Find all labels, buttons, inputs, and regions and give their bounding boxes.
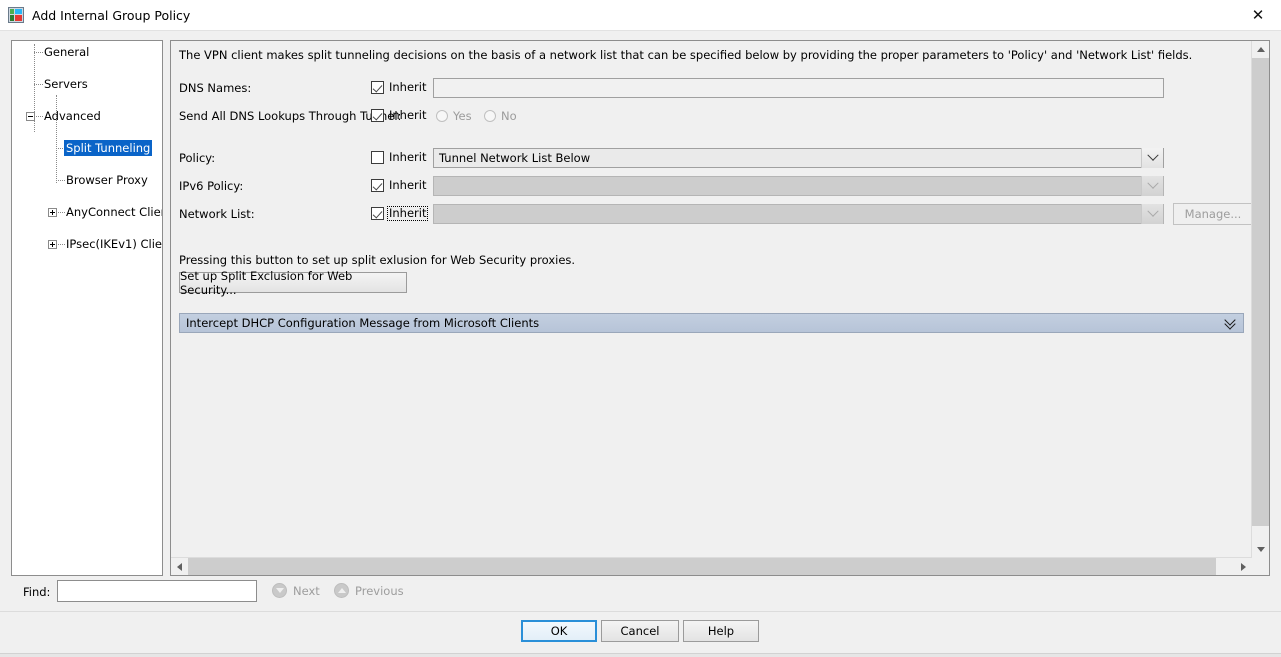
manage-button: Manage... <box>1173 203 1252 225</box>
policy-inherit-label: Inherit <box>389 151 426 164</box>
policy-select[interactable]: Tunnel Network List Below <box>433 148 1164 168</box>
ipv6-policy-inherit-checkbox[interactable] <box>371 179 384 192</box>
ok-button[interactable]: OK <box>521 620 597 642</box>
sidebar-item-label: Browser Proxy <box>66 172 148 188</box>
sidebar-item-general[interactable]: General <box>12 44 162 60</box>
sidebar-item-split-tunneling[interactable]: Split Tunneling <box>12 140 162 156</box>
send-all-dns-no-radio[interactable] <box>484 110 496 122</box>
footer-divider <box>0 611 1281 612</box>
find-input[interactable] <box>57 580 257 602</box>
scroll-down-button[interactable] <box>1252 541 1269 558</box>
sidebar-item-label: Advanced <box>44 108 101 124</box>
row-policy: Policy: Inherit Tunnel Network List Belo… <box>171 148 1252 170</box>
network-list-label: Network List: <box>179 207 255 221</box>
find-previous-label: Previous <box>355 584 404 598</box>
scrollbar-corner <box>1252 558 1269 575</box>
navigation-tree[interactable]: General Servers Advanced Split Tunneling… <box>11 40 163 576</box>
horizontal-scroll-thumb[interactable] <box>188 558 1216 575</box>
sidebar-item-label: IPsec(IKEv1) Client <box>66 236 163 252</box>
dns-names-inherit-label: Inherit <box>389 81 426 94</box>
window-body: General Servers Advanced Split Tunneling… <box>0 30 1281 655</box>
sidebar-item-browser-proxy[interactable]: Browser Proxy <box>12 172 162 188</box>
triangle-up-icon <box>334 583 349 598</box>
find-previous-button: Previous <box>334 583 404 598</box>
vertical-scroll-thumb[interactable] <box>1252 58 1269 526</box>
find-bar: Find: Next Previous <box>0 579 1281 607</box>
send-all-dns-inherit-label: Inherit <box>389 109 426 122</box>
close-icon[interactable]: ✕ <box>1235 0 1281 30</box>
vertical-scrollbar[interactable] <box>1251 41 1269 558</box>
app-icon <box>8 7 24 23</box>
scroll-left-button[interactable] <box>171 558 188 575</box>
find-label: Find: <box>23 585 50 599</box>
window-bottom-edge <box>0 653 1281 657</box>
ipv6-policy-select <box>433 176 1164 196</box>
send-all-dns-yes-radio[interactable] <box>436 110 448 122</box>
find-next-button: Next <box>272 583 320 598</box>
scroll-up-button[interactable] <box>1252 41 1269 58</box>
dns-names-inherit-checkbox[interactable] <box>371 81 384 94</box>
window-title: Add Internal Group Policy <box>32 8 190 23</box>
split-exclusion-description: Pressing this button to set up split exl… <box>179 253 575 267</box>
sidebar-item-ipsec-ikev1-client[interactable]: IPsec(IKEv1) Client <box>12 236 162 252</box>
send-all-dns-inherit-checkbox[interactable] <box>371 109 384 122</box>
dhcp-section-header[interactable]: Intercept DHCP Configuration Message fro… <box>179 313 1244 333</box>
chevron-down-icon <box>1141 204 1163 224</box>
row-dns-names: DNS Names: Inherit <box>171 78 1252 100</box>
dns-names-input[interactable] <box>433 78 1164 98</box>
row-send-all-dns: Send All DNS Lookups Through Tunnel: Inh… <box>171 106 1252 128</box>
network-list-inherit-label: Inherit <box>388 207 427 220</box>
network-list-inherit-checkbox[interactable] <box>371 207 384 220</box>
expand-plus-icon[interactable] <box>48 240 57 249</box>
policy-inherit-checkbox[interactable] <box>371 151 384 164</box>
triangle-down-icon <box>272 583 287 598</box>
find-next-label: Next <box>293 584 320 598</box>
sidebar-item-label: Servers <box>44 76 88 92</box>
window-titlebar: Add Internal Group Policy ✕ <box>0 0 1281 30</box>
sidebar-item-label: General <box>44 44 89 60</box>
chevron-down-icon <box>1141 176 1163 196</box>
sidebar-item-anyconnect-client[interactable]: AnyConnect Client <box>12 204 162 220</box>
collapse-minus-icon[interactable] <box>26 112 35 121</box>
split-tunneling-panel: The VPN client makes split tunneling dec… <box>170 40 1270 576</box>
send-all-dns-label: Send All DNS Lookups Through Tunnel: <box>179 109 401 123</box>
scroll-right-button[interactable] <box>1235 558 1252 575</box>
horizontal-scrollbar[interactable] <box>171 557 1252 575</box>
send-all-dns-yes-label: Yes <box>453 109 472 123</box>
sidebar-item-label: AnyConnect Client <box>66 204 163 220</box>
dns-names-label: DNS Names: <box>179 81 251 95</box>
set-up-split-exclusion-button[interactable]: Set up Split Exclusion for Web Security.… <box>179 272 407 293</box>
dhcp-section-title: Intercept DHCP Configuration Message fro… <box>180 316 539 330</box>
policy-label: Policy: <box>179 151 215 165</box>
help-button[interactable]: Help <box>683 620 759 642</box>
panel-content: The VPN client makes split tunneling dec… <box>171 41 1252 558</box>
policy-select-value: Tunnel Network List Below <box>434 151 590 165</box>
sidebar-item-label: Split Tunneling <box>64 140 152 156</box>
panel-description: The VPN client makes split tunneling dec… <box>179 48 1244 62</box>
network-list-select <box>433 204 1164 224</box>
cancel-button[interactable]: Cancel <box>601 620 679 642</box>
send-all-dns-no-label: No <box>501 109 517 123</box>
row-ipv6-policy: IPv6 Policy: Inherit <box>171 176 1252 198</box>
row-network-list: Network List: Inherit Manage... <box>171 204 1252 226</box>
ipv6-policy-label: IPv6 Policy: <box>179 179 243 193</box>
sidebar-item-advanced[interactable]: Advanced <box>12 108 162 124</box>
ipv6-policy-inherit-label: Inherit <box>389 179 426 192</box>
chevron-down-icon[interactable] <box>1141 148 1163 168</box>
double-chevron-down-icon[interactable] <box>1225 317 1237 331</box>
expand-plus-icon[interactable] <box>48 208 57 217</box>
sidebar-item-servers[interactable]: Servers <box>12 76 162 92</box>
